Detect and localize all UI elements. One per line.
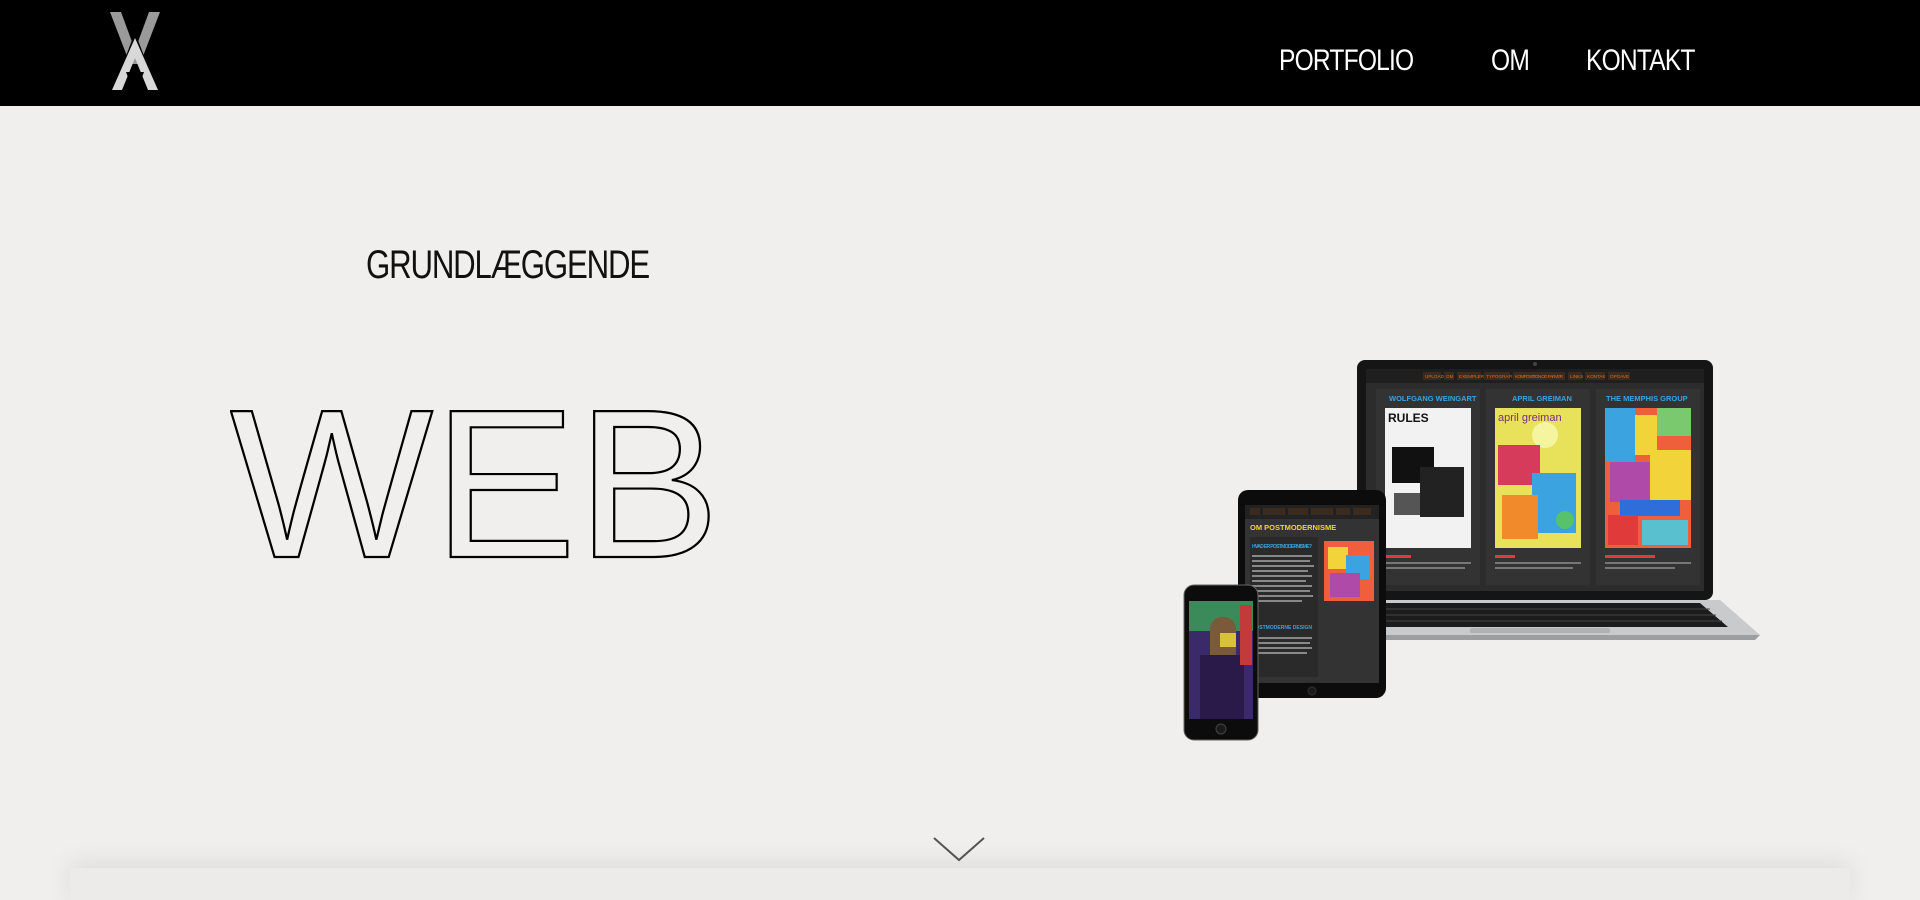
svg-text:APRIL GREIMAN: APRIL GREIMAN [1512, 394, 1572, 403]
svg-text:LINKS: LINKS [1570, 374, 1583, 379]
svg-text:april greiman: april greiman [1498, 412, 1562, 424]
devices-mockup-image: UPLOAD OM EXEMPLER TYPOGRAFI KOMPOSITION… [1183, 360, 1760, 741]
svg-text:OM POSTMODERNISME: OM POSTMODERNISME [1250, 523, 1336, 532]
hero-headline: WEB [230, 395, 721, 575]
next-section-card [70, 868, 1850, 900]
logo-icon[interactable] [108, 10, 162, 92]
svg-text:HVAD ER POSTMODERNISME?: HVAD ER POSTMODERNISME? [1252, 544, 1312, 550]
nav-kontakt[interactable]: KONTAKT [1586, 44, 1695, 78]
hero-headline-text: WEB [230, 395, 720, 575]
main-nav: PORTFOLIO OM KONTAKT [1279, 44, 1718, 78]
top-bar: PORTFOLIO OM KONTAKT [0, 0, 1920, 106]
hero-kicker: GRUNDLÆGGENDE [366, 243, 650, 287]
chevron-down-icon[interactable] [932, 836, 986, 864]
svg-text:WOLFGANG WEINGART: WOLFGANG WEINGART [1389, 394, 1477, 403]
svg-text:EXEMPLER: EXEMPLER [1459, 374, 1485, 379]
svg-text:KONTAK: KONTAK [1587, 374, 1606, 379]
nav-portfolio[interactable]: PORTFOLIO [1279, 44, 1414, 78]
svg-text:RULES: RULES [1388, 411, 1429, 425]
svg-text:UPLOAD: UPLOAD [1425, 374, 1445, 379]
svg-text:THE MEMPHIS GROUP: THE MEMPHIS GROUP [1606, 394, 1688, 403]
svg-text:OM: OM [1446, 374, 1454, 379]
svg-text:POSTMODERNE DESIGN: POSTMODERNE DESIGN [1252, 625, 1312, 631]
svg-text:OPGAVE: OPGAVE [1610, 374, 1629, 379]
nav-om[interactable]: OM [1491, 44, 1530, 78]
svg-text:TYPOGRAFI: TYPOGRAFI [1486, 374, 1513, 379]
svg-text:KOMPOSITION OG FARVER: KOMPOSITION OG FARVER [1515, 374, 1564, 379]
